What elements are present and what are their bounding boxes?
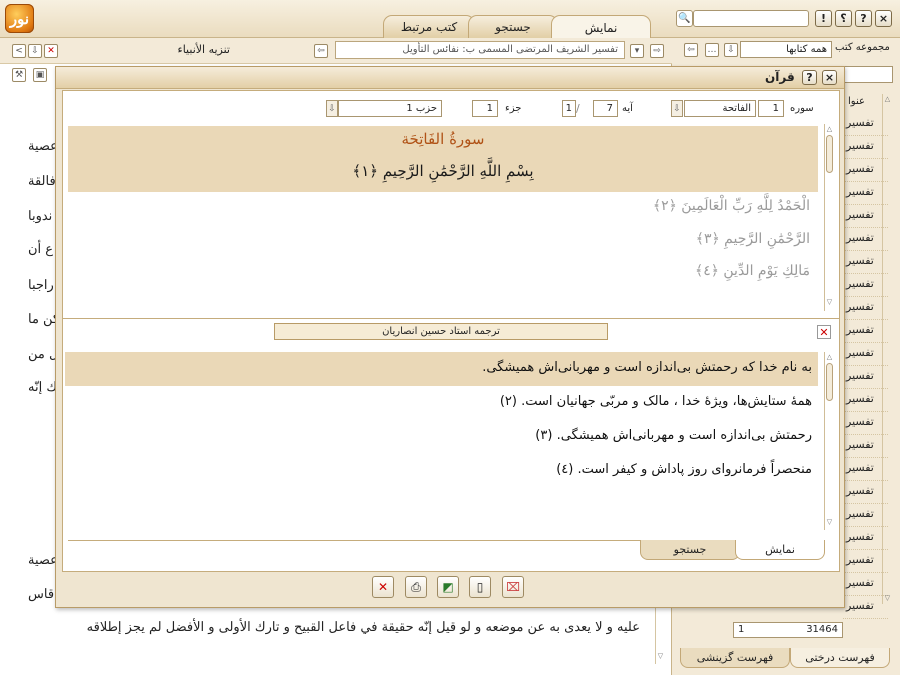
search-input[interactable] bbox=[693, 10, 809, 27]
doc-line: ندوبا bbox=[28, 209, 53, 224]
print-button[interactable]: ⎙ bbox=[405, 576, 427, 598]
export-button[interactable]: ◩ bbox=[437, 576, 459, 598]
surah-select[interactable]: الفاتحة bbox=[684, 100, 756, 117]
doc-line: عصية bbox=[28, 139, 58, 154]
book-collection-select[interactable]: همه کتابها bbox=[740, 41, 832, 58]
dialog-title: قرآن bbox=[765, 70, 795, 84]
surah-number-input[interactable]: 1 bbox=[758, 100, 784, 117]
translation-selector[interactable]: ترجمه استاد حسين انصاريان bbox=[274, 323, 608, 340]
doc-line: عليه و لا يعدى به عن موضعه و لو قيل إنّه… bbox=[86, 620, 640, 635]
sidebar-column-header: عنوا bbox=[848, 96, 865, 107]
scroll-up-icon[interactable]: △ bbox=[825, 352, 834, 361]
doc-line: ل من bbox=[28, 347, 59, 362]
ayah-to-input[interactable]: 7 bbox=[593, 100, 618, 117]
record-counter: 1 31464 bbox=[733, 622, 843, 638]
book-collection-label: مجموعه کتب bbox=[835, 42, 890, 53]
dropdown-arrow-icon[interactable]: ⇩ bbox=[671, 100, 683, 117]
clear-button[interactable]: ⌧ bbox=[502, 576, 524, 598]
dropdown-arrow-icon[interactable]: ⇩ bbox=[724, 43, 738, 57]
search-icon[interactable]: 🔍 bbox=[676, 10, 693, 27]
info-button[interactable]: ! bbox=[815, 10, 832, 27]
dialog-titlebar bbox=[56, 67, 844, 89]
tab-selective-index[interactable]: فهرست گزینشی bbox=[680, 648, 790, 668]
nav-right-icon[interactable]: ⇨ bbox=[650, 44, 664, 58]
chevron-down-icon[interactable]: ⇩ bbox=[28, 44, 42, 58]
verse-basmala[interactable]: بِسْمِ اللَّهِ الرَّحْمَٰنِ الرَّحِيمِ ﴿… bbox=[68, 162, 818, 180]
translation-line[interactable]: رحمتش بی‌اندازه است و مهربانی‌اش همیشگی.… bbox=[420, 428, 812, 443]
document-path: تفسير الشريف المرتضى المسمى ب: نفائس الت… bbox=[335, 41, 625, 59]
more-options-icon[interactable]: … bbox=[705, 43, 719, 57]
verse-item[interactable]: الْحَمْدُ لِلَّهِ رَبِّ الْعَالَمِينَ ﴿٢… bbox=[500, 198, 810, 214]
close-app-button[interactable]: × bbox=[875, 10, 892, 27]
doc-line: فالقة bbox=[28, 174, 56, 189]
nav-left-icon[interactable]: ⇦ bbox=[684, 43, 698, 57]
tab-display[interactable]: نمایش bbox=[735, 540, 825, 560]
dialog-help-button[interactable]: ? bbox=[802, 70, 817, 85]
juz-label: جزء bbox=[505, 103, 522, 114]
doc-line: قاس bbox=[28, 587, 55, 602]
scroll-thumb[interactable] bbox=[826, 135, 833, 173]
pane-divider[interactable] bbox=[62, 318, 840, 319]
close-icon[interactable]: ✕ bbox=[44, 44, 58, 58]
copy-button[interactable]: ▯ bbox=[469, 576, 491, 598]
verse-item[interactable]: مَالِكِ يَوْمِ الدِّينِ ﴿٤﴾ bbox=[500, 263, 810, 279]
doc-line: راجبا bbox=[28, 278, 54, 293]
translation-scrollbar[interactable]: △ ▽ bbox=[824, 352, 835, 530]
wrench-icon[interactable]: ⚒ bbox=[12, 68, 26, 82]
tab-tree-index[interactable]: فهرست درختی bbox=[790, 648, 890, 668]
verse-item[interactable]: الرَّحْمَٰنِ الرَّحِيمِ ﴿٣﴾ bbox=[500, 231, 810, 247]
surah-title: سورةُ الفَاتِحَة bbox=[401, 130, 485, 148]
tab-related-books[interactable]: کتب مرتبط bbox=[383, 15, 475, 38]
tab-display[interactable]: نمایش bbox=[551, 15, 651, 39]
dialog-close-button[interactable]: × bbox=[822, 70, 837, 85]
hizb-select[interactable]: حزب 1 bbox=[338, 100, 442, 117]
chevron-left-icon[interactable]: < bbox=[12, 44, 26, 58]
translation-line[interactable]: منحصراً فرمانروای روز پاداش و کیفر است. … bbox=[420, 462, 812, 477]
help-button-2[interactable]: ? bbox=[855, 10, 872, 27]
counter-total: 31464 bbox=[806, 624, 838, 635]
dropdown-arrow-icon[interactable]: ⇩ bbox=[326, 100, 338, 117]
sidebar-filter-input[interactable] bbox=[843, 66, 893, 83]
doc-line: عصية bbox=[28, 553, 58, 568]
view-toggle-icon[interactable]: ▣ bbox=[33, 68, 47, 82]
translation-line[interactable]: همهٔ ستایش‌ها، ویژهٔ خدا ، مالک و مربّی … bbox=[420, 394, 812, 409]
sidebar-scrollbar[interactable]: △ ▽ bbox=[882, 94, 892, 604]
separator-slash: / bbox=[576, 102, 580, 115]
scroll-down-icon[interactable]: ▽ bbox=[825, 517, 834, 526]
doc-line: ع أن bbox=[28, 242, 54, 257]
nav-left-icon[interactable]: ⇦ bbox=[314, 44, 328, 58]
quran-scrollbar[interactable]: △ ▽ bbox=[824, 124, 835, 311]
scroll-up-icon[interactable]: △ bbox=[825, 124, 834, 133]
close-icon[interactable]: ✕ bbox=[817, 325, 831, 339]
scroll-thumb[interactable] bbox=[826, 363, 833, 401]
ayah-from-input[interactable]: 1 bbox=[562, 100, 576, 117]
juz-input[interactable]: 1 bbox=[472, 100, 498, 117]
app-logo[interactable]: نور bbox=[5, 4, 34, 33]
document-title: تنزيه الأنبياء bbox=[177, 43, 230, 56]
translation-line[interactable]: به نام خدا كه رحمتش بی‌اندازه است و مهرب… bbox=[420, 360, 812, 375]
tab-search[interactable]: جستجو bbox=[468, 15, 558, 38]
delete-button[interactable]: ✕ bbox=[372, 576, 394, 598]
scroll-down-icon[interactable]: ▽ bbox=[825, 297, 834, 306]
ayah-label: آیه bbox=[622, 103, 633, 114]
counter-current[interactable]: 1 bbox=[738, 624, 744, 635]
dropdown-arrow-icon[interactable]: ▾ bbox=[630, 44, 644, 58]
scroll-down-icon[interactable]: ▽ bbox=[656, 651, 665, 660]
scroll-up-icon[interactable]: △ bbox=[883, 94, 892, 103]
doc-line: ك إنّه bbox=[28, 380, 58, 395]
surah-label: سوره bbox=[790, 103, 814, 114]
help-button[interactable]: ؟ bbox=[835, 10, 852, 27]
tab-search[interactable]: جستجو bbox=[640, 540, 740, 560]
scroll-down-icon[interactable]: ▽ bbox=[883, 593, 892, 602]
